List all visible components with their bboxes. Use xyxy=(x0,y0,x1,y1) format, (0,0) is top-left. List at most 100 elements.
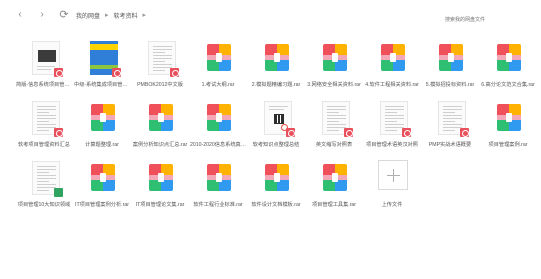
file-thumbnail xyxy=(490,100,528,138)
file-name: 案例分析知识点汇总.rar xyxy=(132,142,188,148)
pdf-icon xyxy=(112,68,121,77)
pdf-icon xyxy=(402,128,411,137)
archive-icon xyxy=(265,164,289,191)
file-item[interactable]: 项目管理案例.rar xyxy=(480,98,536,154)
file-name: 2010-2020信息系统真题.rar xyxy=(190,142,246,148)
upload-button[interactable]: 上传文件 xyxy=(364,158,420,214)
breadcrumb-current[interactable]: 软考资料 xyxy=(114,11,138,20)
file-item[interactable]: 案例分析知识点汇总.rar xyxy=(132,98,188,154)
file-item[interactable]: 3.网络安全相关资料.rar xyxy=(306,38,362,94)
archive-icon xyxy=(381,44,405,71)
file-item[interactable]: IT项目管理论文集.rar xyxy=(132,158,188,214)
archive-icon xyxy=(265,44,289,71)
pdf-icon xyxy=(286,128,295,137)
file-thumbnail xyxy=(84,40,122,78)
file-thumbnail xyxy=(316,160,354,198)
file-name: 6.高分论文范文合集.rar xyxy=(481,82,535,88)
file-item[interactable]: PMBOK2012中文版 xyxy=(132,38,188,94)
file-thumbnail xyxy=(84,160,122,198)
file-thumbnail xyxy=(84,100,122,138)
file-name: 5.模拟招投标资料.rar xyxy=(425,82,475,88)
file-thumbnail xyxy=(490,40,528,78)
file-name: 项目管理工具集.rar xyxy=(311,202,357,208)
file-name: 软件工程行业标准.rar xyxy=(193,202,243,208)
file-item[interactable]: 项目管理10大知识领域 xyxy=(16,158,72,214)
file-thumbnail xyxy=(258,160,296,198)
file-thumbnail xyxy=(200,160,238,198)
file-name: 软件设计文档模板.rar xyxy=(251,202,301,208)
file-thumbnail xyxy=(200,40,238,78)
file-thumbnail xyxy=(432,100,470,138)
file-item[interactable]: 2.模拟题精编习题.rar xyxy=(248,38,304,94)
file-item[interactable]: 5.模拟招投标资料.rar xyxy=(422,38,478,94)
file-name: 4.软件工程相关资料.rar xyxy=(365,82,419,88)
file-item[interactable]: 项目管理工具集.rar xyxy=(306,158,362,214)
file-name: 简版-信息系统项目管理师 xyxy=(16,82,72,88)
breadcrumb-separator-icon: ▸ xyxy=(105,12,109,19)
file-item[interactable]: 软件设计文档模板.rar xyxy=(248,158,304,214)
archive-icon xyxy=(497,104,521,131)
file-name: 软考知识点整理总结 xyxy=(252,142,300,148)
archive-icon xyxy=(439,44,463,71)
file-item[interactable]: 软考知识点整理总结 xyxy=(248,98,304,154)
file-thumbnail xyxy=(26,160,64,198)
file-name: 项目管理案例.rar xyxy=(488,142,528,148)
breadcrumb-separator-icon: ▸ xyxy=(142,12,147,19)
file-name: 英文缩写对照表 xyxy=(315,142,353,148)
back-icon[interactable]: ‹ xyxy=(14,10,26,20)
file-name: 1.考试大纲.rar xyxy=(201,82,235,88)
file-thumbnail xyxy=(142,40,180,78)
file-item[interactable]: 6.高分论文范文合集.rar xyxy=(480,38,536,94)
archive-icon xyxy=(149,164,173,191)
file-item[interactable]: 中级-系统集成项目管理工程师 xyxy=(74,38,130,94)
archive-icon xyxy=(207,104,231,131)
file-name: IT项目管理案例分析.rar xyxy=(75,202,129,208)
pdf-icon xyxy=(54,68,63,77)
archive-icon xyxy=(323,164,347,191)
archive-icon xyxy=(207,44,231,71)
pdf-icon xyxy=(54,128,63,137)
file-name: 项目管理10大知识领域 xyxy=(17,202,71,208)
file-name: 软考项目管理资料汇总 xyxy=(18,142,70,148)
file-thumbnail xyxy=(374,100,412,138)
forward-icon[interactable]: › xyxy=(36,10,48,20)
file-name: PMP实战术语概要 xyxy=(428,142,472,148)
file-item[interactable]: 2010-2020信息系统真题.rar xyxy=(190,98,246,154)
file-item[interactable]: IT项目管理案例分析.rar xyxy=(74,158,130,214)
file-item[interactable]: 项目管理术语英汉对照 xyxy=(364,98,420,154)
archive-icon xyxy=(91,164,115,191)
archive-icon xyxy=(497,44,521,71)
file-item[interactable]: 计算题整理.rar xyxy=(74,98,130,154)
file-thumbnail xyxy=(258,100,296,138)
file-thumbnail xyxy=(26,40,64,78)
file-item[interactable]: 1.考试大纲.rar xyxy=(190,38,246,94)
file-item[interactable]: 简版-信息系统项目管理师 xyxy=(16,38,72,94)
archive-icon xyxy=(91,104,115,131)
refresh-icon[interactable]: ⟳ xyxy=(58,10,70,21)
archive-icon xyxy=(149,104,173,131)
file-thumbnail xyxy=(316,40,354,78)
file-name: PMBOK2012中文版 xyxy=(137,82,183,88)
upload-label: 上传文件 xyxy=(381,202,403,208)
pdf-icon xyxy=(170,68,179,77)
file-thumbnail xyxy=(316,100,354,138)
file-name: 中级-系统集成项目管理工程师 xyxy=(74,82,130,88)
file-thumbnail xyxy=(200,100,238,138)
file-item[interactable]: 英文缩写对照表 xyxy=(306,98,362,154)
archive-icon xyxy=(207,164,231,191)
file-name: 2.模拟题精编习题.rar xyxy=(251,82,301,88)
file-name: 计算题整理.rar xyxy=(85,142,119,148)
file-item[interactable]: 4.软件工程相关资料.rar xyxy=(364,38,420,94)
file-item[interactable]: PMP实战术语概要 xyxy=(422,98,478,154)
file-thumbnail xyxy=(432,40,470,78)
breadcrumb-root[interactable]: 我的网盘 xyxy=(76,11,100,20)
search-input[interactable] xyxy=(445,14,527,26)
file-item[interactable]: 软件工程行业标准.rar xyxy=(190,158,246,214)
file-name: 项目管理术语英汉对照 xyxy=(366,142,418,148)
archive-icon xyxy=(323,44,347,71)
file-item[interactable]: 软考项目管理资料汇总 xyxy=(16,98,72,154)
file-thumbnail xyxy=(142,160,180,198)
pdf-icon xyxy=(344,128,353,137)
file-grid: 简版-信息系统项目管理师中级-系统集成项目管理工程师 PMBOK2012中文版 1.… xyxy=(16,38,536,214)
file-thumbnail xyxy=(258,40,296,78)
